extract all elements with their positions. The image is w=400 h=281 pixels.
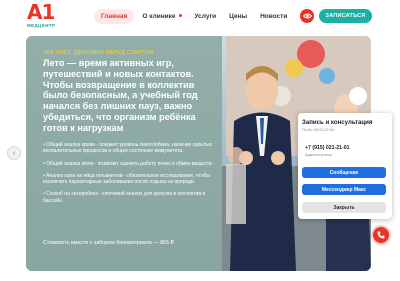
logo[interactable]: A1 МЕДЦЕНТР: [27, 0, 57, 30]
hero-eyebrow: ЧЕК-ЛИСТ ЗДОРОВЬЯ ПЕРЕД СТАРТОМ: [43, 50, 154, 56]
hero-checklist: • Общий анализ крови - покажет уровень г…: [43, 142, 219, 210]
site-header: A1 МЕДЦЕНТР Главная О клинике Услуги Цен…: [0, 0, 400, 34]
nav-item-news[interactable]: Новости: [260, 13, 287, 20]
nav-item-services[interactable]: Услуги: [195, 13, 217, 20]
nav-item-home[interactable]: Главная: [94, 8, 135, 24]
widget-role: Администратор: [305, 153, 333, 157]
chevron-left-icon: ‹: [12, 149, 16, 157]
phone-icon: [377, 231, 385, 239]
checklist-item: • Соскоб на энтеробиоз - ключевой анализ…: [43, 191, 206, 204]
logo-subtitle: МЕДЦЕНТР: [27, 23, 56, 28]
accessibility-button[interactable]: [300, 9, 314, 23]
main-nav: Главная О клинике Услуги Цены Новости: [94, 8, 300, 24]
widget-title: Запись и консультация: [302, 119, 373, 126]
checklist-item: • Общий анализ крови - покажет уровень г…: [43, 142, 213, 155]
dropdown-dot-icon: [178, 14, 182, 18]
book-appointment-button[interactable]: ЗАПИСАТЬСЯ: [319, 9, 372, 23]
close-widget-button[interactable]: Закрыть: [302, 202, 386, 213]
hero-price: Стоимость вместе с забором биоматериала …: [43, 240, 174, 246]
nav-item-about[interactable]: О клинике: [142, 12, 182, 20]
widget-phone[interactable]: +7 (915) 021-21-01: [305, 145, 350, 151]
hero-headline: Лето — время активных игр, путешествий и…: [43, 58, 198, 133]
checklist-item: • Общий анализ мочи - позволит оценить р…: [43, 160, 214, 167]
nav-item-prices[interactable]: Цены: [229, 13, 247, 20]
widget-hours: Пн-Вс 08:00-22:00: [302, 128, 334, 132]
call-fab-button[interactable]: [373, 227, 389, 243]
eye-icon: [302, 13, 312, 19]
nav-item-about-label: О клинике: [142, 12, 176, 20]
logo-mark: A1: [27, 0, 55, 24]
messenger-button[interactable]: Мессенджер Макс: [302, 184, 386, 195]
checklist-item: • Анализ кала на яйца гельминтов - обяза…: [43, 172, 210, 186]
hero-text-panel: ЧЕК-ЛИСТ ЗДОРОВЬЯ ПЕРЕД СТАРТОМ Лето — в…: [26, 36, 222, 271]
contact-widget: Запись и консультация Пн-Вс 08:00-22:00 …: [298, 113, 392, 219]
carousel-prev-button[interactable]: ‹: [7, 146, 21, 160]
message-button[interactable]: Сообщение: [302, 167, 386, 178]
